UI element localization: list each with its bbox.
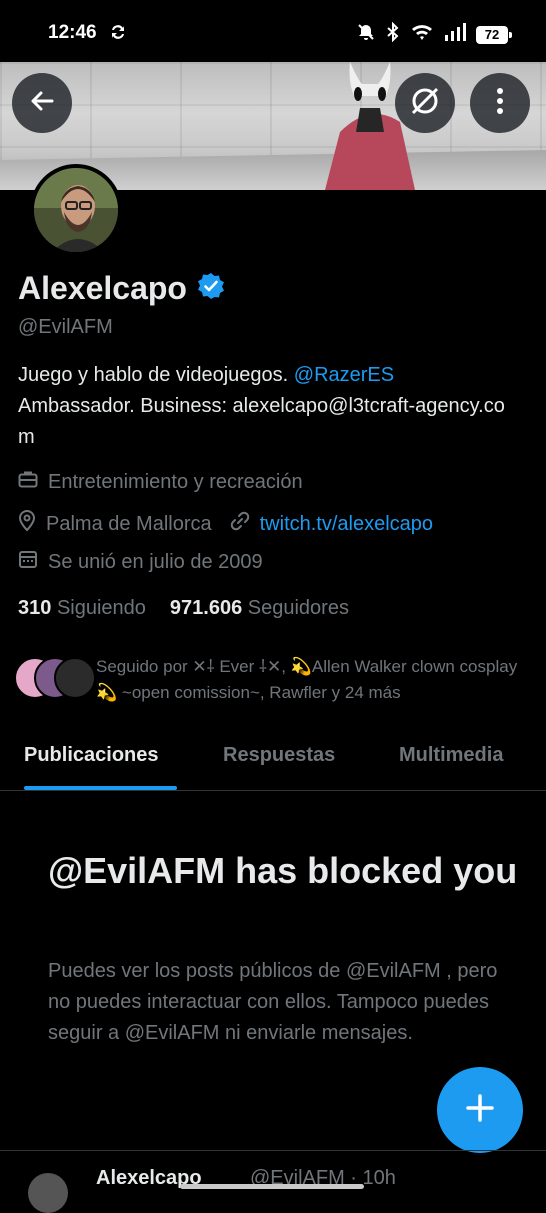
- sync-icon: [108, 22, 128, 47]
- location-pin-icon: [18, 509, 36, 538]
- following-count: 310: [18, 597, 52, 619]
- followers-label: Seguidores: [247, 597, 349, 619]
- tab-respuestas[interactable]: Respuestas: [223, 744, 335, 767]
- compose-post-button[interactable]: [437, 1067, 523, 1153]
- bio-mention-link[interactable]: @RazerES: [294, 364, 394, 386]
- post-preview[interactable]: Alexelcapo @EvilAFM · 10h: [0, 1150, 546, 1213]
- more-options-button[interactable]: [470, 73, 530, 133]
- grok-icon: [408, 84, 442, 123]
- following-count-link[interactable]: 310 Siguiendo: [18, 597, 146, 620]
- category-label: Entretenimiento y recreación: [48, 470, 303, 493]
- plus-icon: [465, 1093, 495, 1128]
- wifi-icon: [410, 23, 434, 46]
- more-vertical-icon: [496, 87, 504, 120]
- tab-publicaciones[interactable]: Publicaciones: [24, 744, 159, 767]
- back-button[interactable]: [12, 73, 72, 133]
- verified-badge-icon[interactable]: [197, 272, 225, 305]
- signal-icon: [444, 23, 466, 46]
- profile-name: Alexelcapo: [18, 270, 187, 306]
- post-avatar: [28, 1173, 68, 1213]
- profile-handle: @EvilAFM: [18, 316, 113, 338]
- profile-tabs: Publicaciones Respuestas Multimedia: [0, 742, 546, 791]
- followers-count: 971.606: [169, 597, 243, 619]
- profile-joined-row: Se unió en julio de 2009: [18, 549, 263, 575]
- status-bar: 12:46 72: [0, 0, 546, 62]
- bio-rest: Ambassador. Business: alexelcapo@l3tcraf…: [18, 395, 505, 448]
- status-icons: 72: [356, 21, 512, 47]
- avatar[interactable]: [30, 164, 122, 256]
- link-icon: [230, 511, 250, 537]
- profile-bio: Juego y hablo de videojuegos. @RazerES A…: [18, 360, 518, 453]
- blocked-title: @EvilAFM has blocked you: [48, 850, 518, 891]
- profile-category: Entretenimiento y recreación: [18, 470, 303, 494]
- joined-label: Se unió en julio de 2009: [48, 550, 263, 573]
- followers-count-link[interactable]: 971.606 Seguidores: [170, 597, 349, 620]
- clock: 12:46: [48, 22, 97, 43]
- profile-location-row: Palma de Mallorca twitch.tv/alexelcapo: [18, 509, 433, 538]
- follow-counts: 310 Siguiendo 971.606 Seguidores: [18, 597, 349, 620]
- bluetooth-icon: [386, 21, 400, 47]
- profile-name-row: Alexelcapo: [18, 270, 225, 307]
- mute-bell-icon: [356, 22, 376, 47]
- location-label: Palma de Mallorca: [46, 512, 212, 535]
- bio-text: Juego y hablo de videojuegos.: [18, 364, 294, 386]
- active-tab-indicator: [24, 786, 177, 790]
- tab-multimedia[interactable]: Multimedia: [399, 744, 503, 767]
- grok-button[interactable]: [395, 73, 455, 133]
- battery-indicator: 72: [476, 25, 512, 44]
- calendar-icon: [18, 549, 38, 575]
- followed-by-text: Seguido por ✕⸸ Ever ⸸✕, 💫Allen Walker cl…: [96, 657, 518, 702]
- following-label: Siguiendo: [56, 597, 146, 619]
- followers-avatars: [14, 657, 96, 701]
- followed-by-row[interactable]: Seguido por ✕⸸ Ever ⸸✕, 💫Allen Walker cl…: [14, 654, 534, 706]
- arrow-left-icon: [28, 87, 56, 120]
- avatar-photo: [34, 168, 118, 252]
- follower-avatar: [54, 657, 96, 699]
- website-link[interactable]: twitch.tv/alexelcapo: [260, 513, 433, 536]
- home-indicator[interactable]: [180, 1184, 364, 1189]
- blocked-message: Puedes ver los posts públicos de @EvilAF…: [48, 960, 498, 1044]
- briefcase-icon: [18, 470, 38, 494]
